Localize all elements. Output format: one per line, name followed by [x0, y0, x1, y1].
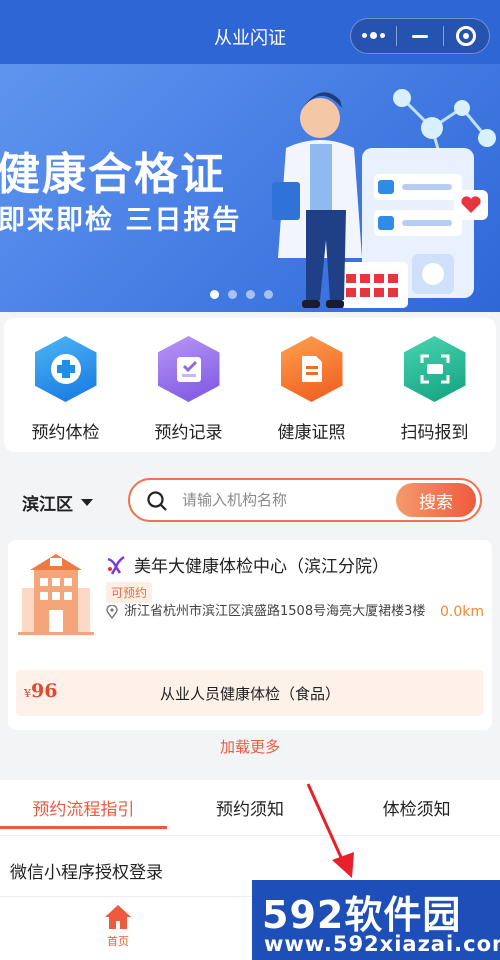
target-icon — [456, 26, 477, 46]
district-selector[interactable]: 滨江区 — [22, 490, 93, 515]
load-more-link[interactable]: 加载更多 — [0, 736, 500, 757]
package-row[interactable]: ¥96 从业人员健康体检（食品） — [16, 670, 484, 716]
minus-icon — [411, 34, 428, 38]
status-badge: 可预约 — [106, 582, 153, 603]
banner-pager — [210, 290, 273, 299]
quick-label: 预约记录 — [154, 423, 223, 443]
quick-label: 扫码报到 — [400, 423, 469, 443]
institution-address: 浙江省杭州市滨江区滨盛路1508号海亮大厦裙楼3楼 — [106, 602, 436, 622]
quick-label: 健康证照 — [277, 423, 346, 443]
banner-subtitle: 即来即检 三日报告 — [0, 205, 242, 236]
scan-icon — [403, 336, 466, 402]
watermark: 592软件园 www.592xiazai.com — [252, 880, 500, 960]
watermark-url: www.592xiazai.com — [264, 932, 500, 956]
location-pin-icon — [106, 605, 118, 619]
quick-book-exam[interactable]: 预约体检 — [4, 318, 127, 452]
nav-header: 从业闪证 — [0, 0, 500, 64]
quick-label: 预约体检 — [31, 423, 100, 443]
distance-label: 0.0km — [440, 604, 485, 620]
nav-home-label: 首页 — [107, 935, 129, 948]
info-tabs: 预约流程指引 预约须知 体检须知 — [0, 780, 500, 836]
dropdown-triangle-icon — [81, 499, 93, 506]
certificate-icon — [280, 336, 343, 402]
search-icon — [147, 491, 167, 511]
pager-dot[interactable] — [264, 290, 273, 299]
close-mini-program-button[interactable] — [444, 19, 489, 53]
doctor-illustration — [272, 89, 496, 308]
address-text: 浙江省杭州市滨江区滨盛路1508号海亮大厦裙楼3楼 — [124, 604, 426, 619]
search-row: 滨江区 搜索 — [0, 470, 500, 532]
institution-name: 美年大健康体检中心（滨江分院） — [106, 552, 389, 577]
pager-dot[interactable] — [246, 290, 255, 299]
more-dots-icon — [362, 32, 386, 39]
pager-dot[interactable] — [228, 290, 237, 299]
institution-card[interactable]: 美年大健康体检中心（滨江分院） 可预约 浙江省杭州市滨江区滨盛路1508号海亮大… — [8, 540, 492, 730]
hospital-building-icon — [16, 548, 96, 636]
quick-scan-checkin[interactable]: 扫码报到 — [373, 318, 496, 452]
search-input[interactable] — [182, 480, 392, 520]
mini-program-capsule — [350, 18, 490, 54]
guide-step-title: 微信小程序授权登录 — [10, 863, 163, 883]
watermark-brand: 592软件园 — [262, 893, 462, 937]
quick-health-certificate[interactable]: 健康证照 — [250, 318, 373, 452]
nav-home[interactable]: 首页 — [92, 903, 144, 949]
search-button[interactable]: 搜索 — [396, 483, 476, 517]
district-label: 滨江区 — [22, 495, 73, 515]
meinian-logo-icon — [107, 555, 125, 575]
more-button[interactable] — [351, 19, 396, 53]
banner-title: 健康合格证 — [0, 149, 226, 200]
minimize-button[interactable] — [397, 19, 442, 53]
record-icon — [157, 336, 220, 402]
quick-menu: 预约体检 预约记录 健康证照 扫码报到 — [4, 318, 496, 452]
search-box: 搜索 — [128, 478, 482, 522]
promo-banner[interactable]: 健康合格证 即来即检 三日报告 — [0, 64, 500, 312]
annotation-arrow — [306, 783, 354, 878]
medical-cross-icon — [34, 336, 97, 402]
tab-booking-guide[interactable]: 预约流程指引 — [0, 780, 167, 835]
home-icon — [105, 905, 131, 929]
quick-booking-records[interactable]: 预约记录 — [127, 318, 250, 452]
package-name: 从业人员健康体检（食品） — [159, 685, 340, 703]
institution-name-text: 美年大健康体检中心（滨江分院） — [134, 557, 389, 577]
pager-dot[interactable] — [210, 290, 219, 299]
